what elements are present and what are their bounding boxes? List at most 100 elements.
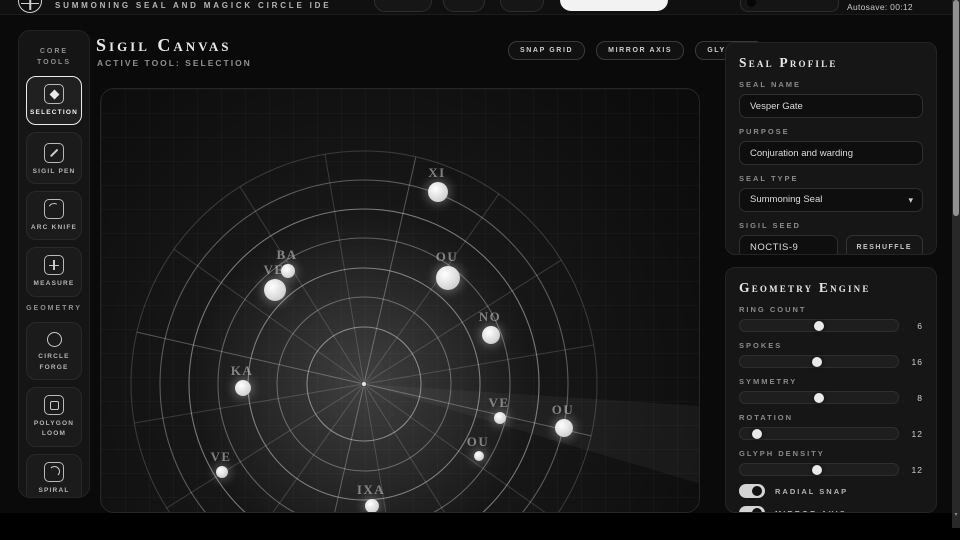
circle-forge-icon [45,330,63,348]
glyph-label-ka: KA [231,363,254,379]
glyph-label-no: NO [479,309,502,325]
selection-icon [44,84,64,104]
rotation-value: 12 [907,429,923,439]
topbar-action-3[interactable] [500,0,544,12]
tool-button-sigil-pen[interactable]: SIGIL PEN [26,132,82,184]
ring-count-value: 6 [907,321,923,331]
purpose-input[interactable] [739,141,923,165]
glyph-node-ve[interactable] [216,466,228,478]
glyph-node-ve[interactable] [264,279,286,301]
tool-label-spiral-gate: SPIRAL GATE [29,486,79,498]
snap-grid-button[interactable]: SNAP GRID [508,41,585,60]
seal-logo-icon [18,0,42,13]
glyph-label-ou: OU [436,249,459,265]
toggle-label-radial-snap: RADIAL SNAP [775,487,848,496]
slider-label-ring-count: RING COUNT [739,305,923,314]
slider-thumb[interactable] [752,429,762,439]
glyph-density-slider[interactable] [739,463,899,476]
rotation-slider[interactable] [739,427,899,440]
slider-thumb[interactable] [814,321,824,331]
seal-profile-panel: Seal Profile SEAL NAME PURPOSE SEAL TYPE… [725,42,937,255]
app-title: SUMMONING SEAL AND MAGICK CIRCLE IDE [55,1,331,10]
sigil-seed-input[interactable] [739,235,838,255]
tool-label-circle-forge: CIRCLE FORGE [29,352,79,373]
slider-label-rotation: ROTATION [739,413,923,422]
mirror-axis-toggle[interactable] [739,506,765,513]
tool-button-arc-knife[interactable]: ARC KNIFE [26,191,82,240]
sigil-seed-label: SIGIL SEED [739,221,923,230]
ring-count-slider[interactable] [739,319,899,332]
glyph-label-ou: OU [467,434,490,450]
topbar-primary-button[interactable] [560,0,668,11]
slider-label-glyph-density: GLYPH DENSITY [739,449,923,458]
reshuffle-button[interactable]: RESHUFFLE [846,235,924,255]
section-label-geometry: GEOMETRY [23,304,85,315]
tool-sidebar: CORE TOOLSSELECTIONSIGIL PENARC KNIFEMEA… [18,30,90,498]
glyph-label-xi: XI [428,165,445,181]
radial-snap-toggle[interactable] [739,484,765,498]
measure-icon [44,255,64,275]
seal-profile-title: Seal Profile [739,55,923,71]
scrollbar-thumb[interactable] [953,0,959,216]
toggle-knob [752,486,762,496]
page-scrollbar[interactable]: ▾ [952,0,960,528]
sigil-pen-icon [44,143,64,163]
glyph-node-ou[interactable] [555,419,573,437]
scrollbar-down-arrow-icon[interactable]: ▾ [952,511,960,518]
glyph-node-ka[interactable] [235,380,251,396]
slider-label-symmetry: SYMMETRY [739,377,923,386]
glyph-node-ve[interactable] [494,412,506,424]
spokes-value: 16 [907,357,923,367]
symmetry-value: 8 [907,393,923,403]
autosave-status: Autosave: 00:12 [847,2,913,12]
purpose-label: PURPOSE [739,127,923,136]
slider-label-spokes: SPOKES [739,341,923,350]
geometry-engine-panel: Geometry Engine RING COUNT 6 SPOKES 16 SYMME… [725,267,937,513]
glyph-node-xi[interactable] [428,182,448,202]
glyph-label-ba: BA [276,247,297,263]
seal-type-value: Summoning Seal [750,194,822,205]
polygon-loom-icon [44,395,64,415]
seal-name-input[interactable] [739,94,923,118]
chevron-down-icon: ▾ [908,189,913,211]
seal-type-label: SEAL TYPE [739,174,923,183]
rings-svg [101,89,700,513]
glyph-label-ve: VE [488,395,509,411]
glyph-node-ou[interactable] [436,266,460,290]
tool-button-measure[interactable]: MEASURE [26,247,82,296]
sigil-canvas[interactable]: XIOUBAVENOKAVEOUOUVEIXA [100,88,700,513]
glyph-node-ixa[interactable] [365,499,379,513]
tool-button-selection[interactable]: SELECTION [26,76,82,125]
glyph-node-no[interactable] [482,326,500,344]
mirror-axis-button[interactable]: MIRROR AXIS [596,41,684,60]
tool-button-circle-forge[interactable]: CIRCLE FORGE [26,322,82,380]
spokes-slider[interactable] [739,355,899,368]
symmetry-slider[interactable] [739,391,899,404]
slider-thumb[interactable] [812,357,822,367]
slider-thumb[interactable] [814,393,824,403]
toggle-group: RADIAL SNAPMIRROR AXIS [739,484,923,513]
toggle-knob [752,508,762,513]
tool-label-polygon-loom: POLYGON LOOM [29,419,79,440]
slider-group: RING COUNT 6 SPOKES 16 SYMMETRY 8 ROTATION 12 GL… [739,305,923,476]
topbar: SUMMONING SEAL AND MAGICK CIRCLE IDE Aut… [0,0,952,15]
tool-label-arc-knife: ARC KNIFE [29,223,79,233]
topbar-action-1[interactable] [374,0,432,12]
canvas-title: Sigil Canvas [96,35,232,56]
topbar-action-2[interactable] [443,0,485,12]
arc-knife-icon [44,199,64,219]
glyph-label-ve: VE [263,262,284,278]
tool-label-selection: SELECTION [29,108,79,118]
tool-button-polygon-loom[interactable]: POLYGON LOOM [26,387,82,447]
tool-button-spiral-gate[interactable]: SPIRAL GATE [26,454,82,498]
main-area: CORE TOOLSSELECTIONSIGIL PENARC KNIFEMEA… [0,15,952,513]
tool-label-measure: MEASURE [29,279,79,289]
active-tool-status: ACTIVE TOOL: SELECTION [97,58,252,68]
glyph-node-ou[interactable] [474,451,484,461]
tool-label-sigil-pen: SIGIL PEN [29,167,79,177]
glyph-label-ixa: IXA [357,482,385,498]
seal-type-select[interactable]: Summoning Seal ▾ [739,188,923,212]
geometry-engine-title: Geometry Engine [739,280,923,296]
slider-thumb[interactable] [812,465,822,475]
topbar-status-pill[interactable] [740,0,839,12]
